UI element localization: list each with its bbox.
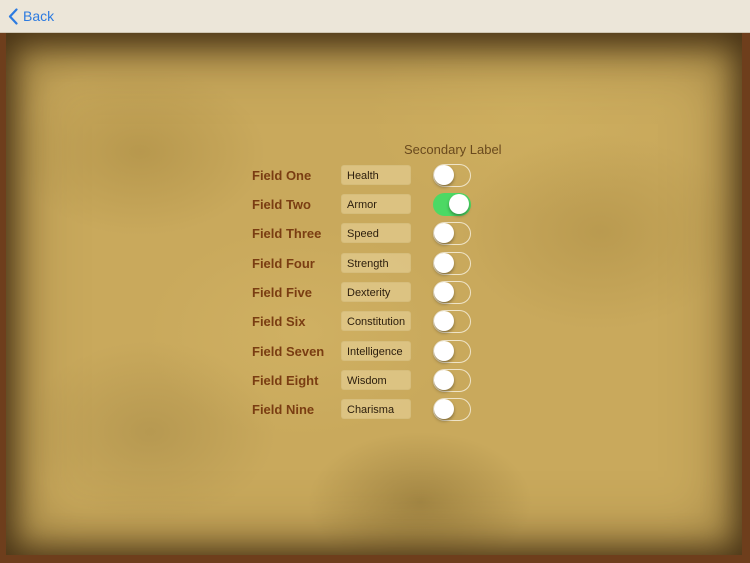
field-label: Field Nine	[252, 402, 315, 417]
field-toggle-switch[interactable]	[433, 369, 471, 392]
field-text-input[interactable]: Speed	[341, 223, 411, 243]
field-text-input[interactable]: Wisdom	[341, 370, 411, 390]
field-label: Field Two	[252, 197, 311, 212]
toggle-knob	[434, 399, 454, 419]
field-toggle-switch[interactable]	[433, 281, 471, 304]
field-text-input[interactable]: Charisma	[341, 399, 411, 419]
field-label: Field Four	[252, 256, 315, 271]
field-text-input[interactable]: Health	[341, 165, 411, 185]
field-text-input[interactable]: Constitution	[341, 311, 411, 331]
field-row: Field Eight Wisdom	[252, 369, 482, 392]
field-text-input[interactable]: Dexterity	[341, 282, 411, 302]
field-label: Field Eight	[252, 373, 319, 388]
field-toggle-switch[interactable]	[433, 252, 471, 275]
toggle-knob	[434, 311, 454, 331]
field-toggle-switch[interactable]	[433, 340, 471, 363]
field-label: Field Five	[252, 285, 312, 300]
toggle-knob	[434, 370, 454, 390]
field-toggle-switch[interactable]	[433, 193, 471, 216]
field-label: Field Six	[252, 314, 306, 329]
toggle-knob	[449, 194, 469, 214]
field-row: Field Five Dexterity	[252, 281, 482, 304]
field-toggle-switch[interactable]	[433, 310, 471, 333]
field-text-input[interactable]: Strength	[341, 253, 411, 273]
field-row: Field One Health	[252, 164, 482, 187]
navigation-bar: Back	[0, 0, 750, 33]
field-text-input[interactable]: Armor	[341, 194, 411, 214]
toggle-knob	[434, 223, 454, 243]
back-button[interactable]: Back	[8, 6, 54, 26]
field-row: Field Six Constitution	[252, 310, 482, 333]
field-row: Field Nine Charisma	[252, 398, 482, 421]
field-label: Field Three	[252, 226, 322, 241]
field-toggle-switch[interactable]	[433, 398, 471, 421]
burnt-edge-right	[742, 32, 750, 563]
burnt-edge-left	[0, 32, 6, 563]
field-label: Field One	[252, 168, 312, 183]
burnt-edge-bottom	[0, 555, 750, 563]
field-label: Field Seven	[252, 344, 325, 359]
field-toggle-switch[interactable]	[433, 164, 471, 187]
toggle-knob	[434, 253, 454, 273]
toggle-knob	[434, 165, 454, 185]
field-toggle-switch[interactable]	[433, 222, 471, 245]
toggle-knob	[434, 341, 454, 361]
field-row: Field Four Strength	[252, 252, 482, 275]
field-row: Field Two Armor	[252, 193, 482, 216]
field-text-input[interactable]: Intelligence	[341, 341, 411, 361]
back-label: Back	[23, 8, 55, 24]
secondary-label-header: Secondary Label	[404, 142, 502, 157]
field-row: Field Three Speed	[252, 222, 482, 245]
chevron-left-icon	[8, 7, 18, 25]
toggle-knob	[434, 282, 454, 302]
field-row: Field Seven Intelligence	[252, 340, 482, 363]
